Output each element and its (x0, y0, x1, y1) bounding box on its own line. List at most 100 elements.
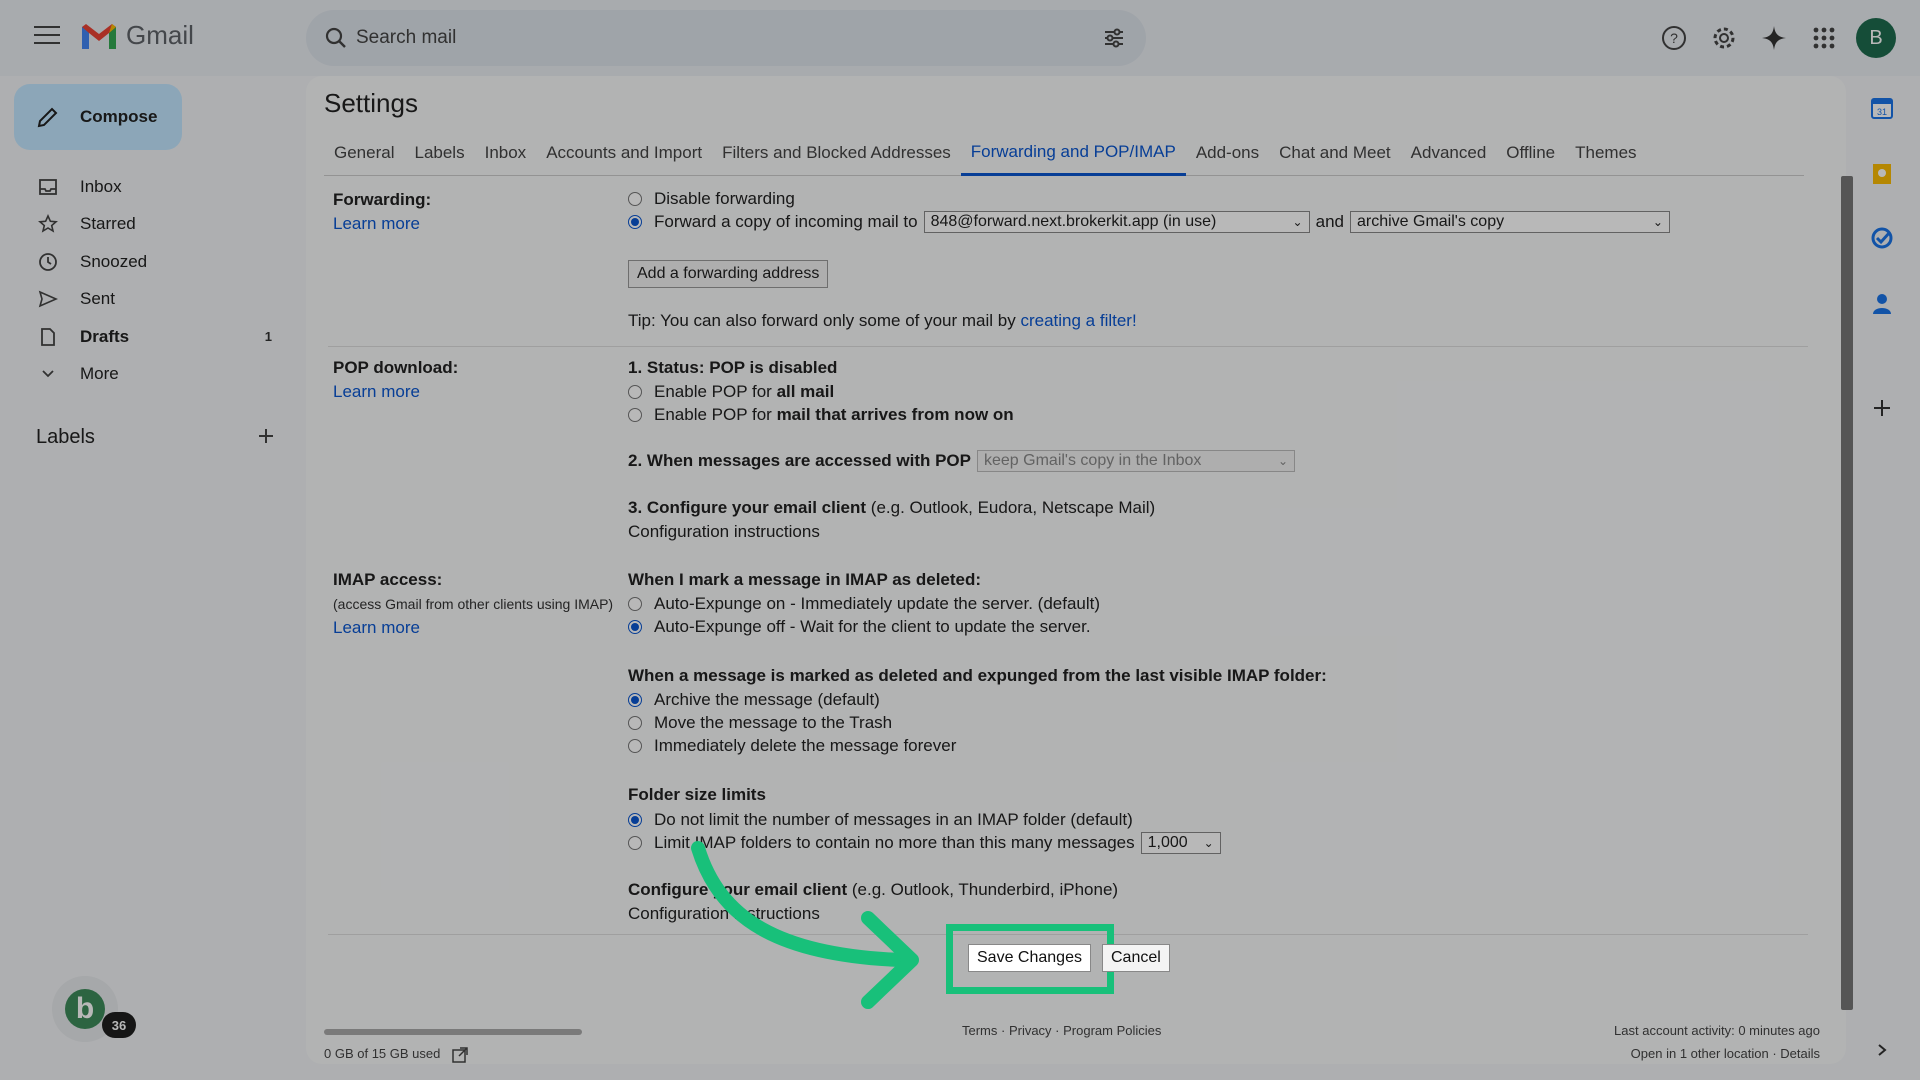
apps-grid-icon[interactable] (1804, 18, 1844, 58)
auto-expunge-on-option[interactable]: Auto-Expunge on - Immediately update the… (628, 593, 1100, 615)
option-label-bold: all mail (776, 382, 835, 401)
horizontal-scrollbar[interactable] (324, 1029, 582, 1035)
creating-filter-link[interactable]: creating a filter! (1020, 311, 1136, 330)
contacts-icon[interactable] (1868, 290, 1896, 318)
cancel-button[interactable]: Cancel (1102, 944, 1170, 972)
add-forwarding-address-button[interactable]: Add a forwarding address (628, 260, 829, 288)
gmail-logo[interactable]: Gmail (80, 20, 194, 51)
pop-configure-label: 3. Configure your email client (628, 498, 867, 517)
imap-expunged-heading: When a message is marked as deleted and … (628, 666, 1327, 685)
drafts-count: 1 (264, 329, 272, 345)
no-limit-option[interactable]: Do not limit the number of messages in a… (628, 809, 1133, 831)
keep-icon[interactable] (1868, 160, 1896, 188)
enable-pop-all-option[interactable]: Enable POP for all mail (628, 381, 834, 403)
radio-enable-pop-now[interactable] (628, 408, 642, 422)
tab-inbox[interactable]: Inbox (475, 130, 537, 176)
radio-move-trash[interactable] (628, 716, 642, 730)
search-options-icon[interactable] (1102, 26, 1126, 50)
search-bar (306, 10, 1146, 66)
settings-tabs: General Labels Inbox Accounts and Import… (324, 130, 1804, 176)
nav-item-more[interactable]: More (0, 356, 300, 394)
nav-item-snoozed[interactable]: Snoozed (0, 243, 300, 281)
folder-limit-select[interactable]: 1,000 ⌄ (1140, 832, 1221, 854)
tab-addons[interactable]: Add-ons (1186, 130, 1269, 176)
vertical-scrollbar[interactable] (1841, 176, 1853, 1010)
labels-heading: Labels (36, 426, 95, 448)
main-menu-icon[interactable] (34, 26, 60, 46)
pop-status: 1. Status: POP is disabled (628, 358, 838, 377)
settings-gear-icon[interactable] (1704, 18, 1744, 58)
pop-config-instructions-link[interactable]: Configuration instructions (628, 522, 820, 542)
pop-learn-more-link[interactable]: Learn more (333, 382, 420, 402)
radio-forward-copy[interactable] (628, 215, 642, 229)
move-trash-option[interactable]: Move the message to the Trash (628, 712, 892, 734)
enable-pop-now-option[interactable]: Enable POP for mail that arrives from no… (628, 404, 1014, 426)
tab-chat-meet[interactable]: Chat and Meet (1269, 130, 1401, 176)
radio-auto-expunge-off[interactable] (628, 620, 642, 634)
pop-configure-note: (e.g. Outlook, Eudora, Netscape Mail) (870, 498, 1156, 517)
search-icon[interactable] (324, 26, 348, 50)
compose-button[interactable]: Compose (14, 84, 182, 150)
archive-message-option[interactable]: Archive the message (default) (628, 689, 880, 711)
radio-archive-message[interactable] (628, 693, 642, 707)
account-avatar[interactable]: B (1856, 18, 1896, 58)
limit-folders-option[interactable]: Limit IMAP folders to contain no more th… (628, 832, 1227, 854)
tab-labels[interactable]: Labels (404, 130, 474, 176)
auto-expunge-off-option[interactable]: Auto-Expunge off - Wait for the client t… (628, 616, 1091, 638)
tab-general[interactable]: General (324, 130, 404, 176)
nav-item-inbox[interactable]: Inbox (0, 168, 300, 206)
radio-auto-expunge-on[interactable] (628, 597, 642, 611)
calendar-icon[interactable]: 31 (1868, 94, 1896, 122)
gemini-sparkle-icon[interactable] (1754, 18, 1794, 58)
forward-copy-option[interactable]: Forward a copy of incoming mail to 848@f… (628, 211, 1676, 233)
notification-badge: 36 (102, 1012, 136, 1038)
tab-accounts-import[interactable]: Accounts and Import (536, 130, 712, 176)
nav-label: Sent (80, 289, 115, 309)
tab-forwarding-pop-imap[interactable]: Forwarding and POP/IMAP (960, 130, 1186, 176)
add-addon-icon[interactable] (1868, 394, 1896, 422)
tab-advanced[interactable]: Advanced (1401, 130, 1497, 176)
delete-forever-option[interactable]: Immediately delete the message forever (628, 735, 956, 757)
left-nav: Inbox Starred Snoozed Sent Drafts 1 More (0, 168, 300, 393)
forwarding-learn-more-link[interactable]: Learn more (333, 214, 420, 234)
forwarding-address-select[interactable]: 848@forward.next.brokerkit.app (in use) ⌄ (923, 211, 1310, 233)
search-input[interactable] (356, 18, 1056, 58)
other-location-details[interactable]: Open in 1 other location · Details (1582, 1046, 1820, 1061)
imap-configure-note: (e.g. Outlook, Thunderbird, iPhone) (851, 880, 1119, 899)
tab-offline[interactable]: Offline (1496, 130, 1565, 176)
radio-disable-forwarding[interactable] (628, 192, 642, 206)
nav-item-starred[interactable]: Starred (0, 206, 300, 244)
option-label: Do not limit the number of messages in a… (654, 810, 1133, 829)
imap-config-instructions-link[interactable]: Configuration instructions (628, 904, 820, 924)
tasks-icon[interactable] (1868, 224, 1896, 252)
radio-delete-forever[interactable] (628, 739, 642, 753)
imap-learn-more-link[interactable]: Learn more (333, 618, 420, 638)
radio-no-limit[interactable] (628, 813, 642, 827)
option-label: Limit IMAP folders to contain no more th… (654, 833, 1135, 852)
radio-limit-folders[interactable] (628, 836, 642, 850)
help-icon[interactable]: ? (1654, 18, 1694, 58)
page-title: Settings (324, 88, 418, 118)
nav-item-sent[interactable]: Sent (0, 281, 300, 319)
external-link-icon[interactable] (452, 1046, 468, 1063)
nav-item-drafts[interactable]: Drafts 1 (0, 318, 300, 356)
option-label: Enable POP for (654, 405, 772, 424)
option-label: Enable POP for (654, 382, 772, 401)
forwarding-action-select[interactable]: archive Gmail's copy ⌄ (1349, 211, 1670, 233)
chevron-down-icon: ⌄ (1277, 454, 1288, 468)
tab-filters[interactable]: Filters and Blocked Addresses (712, 130, 961, 176)
footer-links[interactable]: Terms · Privacy · Program Policies (962, 1023, 1161, 1038)
tab-themes[interactable]: Themes (1565, 130, 1646, 176)
save-changes-button[interactable]: Save Changes (968, 944, 1091, 972)
chevron-right-icon[interactable] (1868, 1036, 1896, 1064)
radio-enable-pop-all[interactable] (628, 385, 642, 399)
pop-access-select[interactable]: keep Gmail's copy in the Inbox ⌄ (977, 450, 1295, 472)
select-value: archive Gmail's copy (1356, 213, 1505, 230)
option-label: Auto-Expunge on - Immediately update the… (654, 594, 1101, 613)
chevron-down-icon: ⌄ (1203, 836, 1214, 850)
settings-panel: Settings General Labels Inbox Accounts a… (306, 76, 1846, 1064)
add-label-icon[interactable] (256, 426, 276, 446)
storage-text: 0 GB of 15 GB used (324, 1046, 441, 1061)
disable-forwarding-option[interactable]: Disable forwarding (628, 188, 795, 210)
select-value: 848@forward.next.brokerkit.app (in use) (930, 213, 1217, 230)
